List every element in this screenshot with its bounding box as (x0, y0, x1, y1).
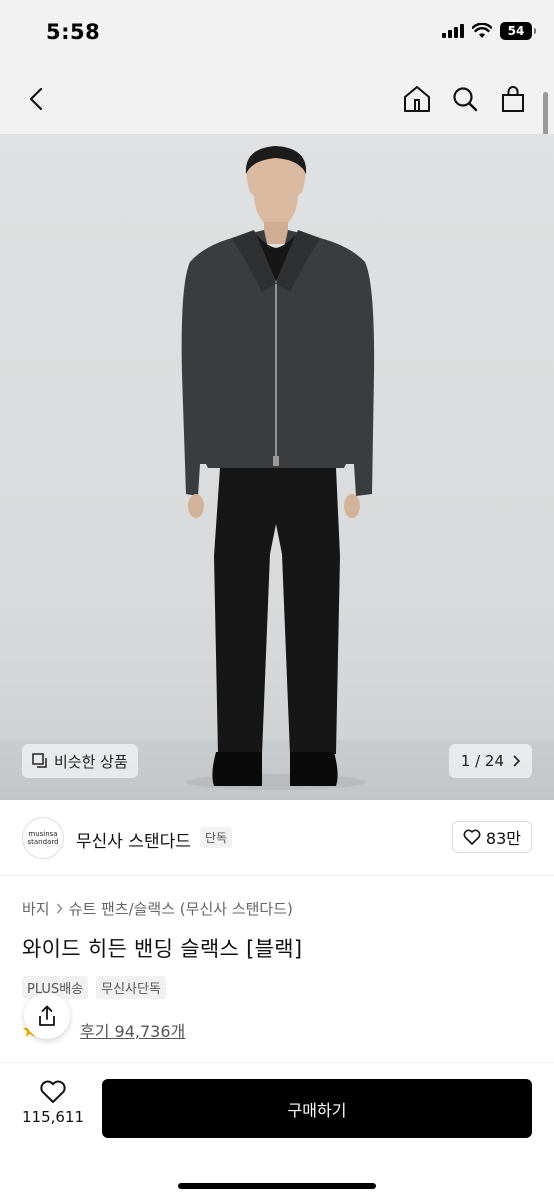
wifi-icon (472, 23, 492, 38)
cellular-signal-icon (442, 24, 464, 38)
bottom-divider (0, 1062, 554, 1063)
shopping-bag-icon (502, 86, 524, 112)
status-time: 5:58 (46, 20, 101, 44)
similar-products-label: 비슷한 상품 (54, 752, 128, 771)
breadcrumb: 바지 슈트 팬츠/슬랙스 (무신사 스탠다드) (22, 898, 293, 919)
heart-icon (40, 1080, 66, 1103)
product-image-gallery[interactable]: 비슷한 상품 1 / 24 (0, 134, 554, 800)
wishlist-button[interactable]: 115,611 (20, 1080, 86, 1126)
brand-logo-line2: standard (27, 838, 59, 846)
status-indicators: 54 (442, 22, 536, 40)
breadcrumb-category[interactable]: 바지 (22, 898, 50, 919)
musinsa-exclusive-tag: 무신사단독 (96, 976, 166, 999)
brand-name[interactable]: 무신사 스탠다드 (76, 827, 191, 852)
home-icon (404, 86, 430, 112)
status-bar: 5:58 54 (0, 0, 554, 64)
cart-button[interactable] (494, 80, 532, 118)
brand-logo[interactable]: musinsa standard (22, 817, 64, 859)
chevron-left-icon (29, 87, 43, 111)
exclusive-badge: 단독 (200, 827, 233, 848)
search-button[interactable] (446, 80, 484, 118)
buy-button[interactable]: 구매하기 (102, 1079, 532, 1138)
search-icon (453, 87, 478, 112)
image-pager-button[interactable]: 1 / 24 (448, 744, 532, 778)
product-photo-model (181, 146, 375, 790)
top-nav-bar (0, 64, 554, 134)
share-button[interactable] (24, 993, 70, 1039)
chevron-right-icon (513, 755, 520, 767)
brand-like-button[interactable]: 83만 (451, 821, 532, 853)
home-button[interactable] (398, 80, 436, 118)
back-button[interactable] (18, 80, 56, 118)
similar-items-icon (32, 753, 47, 768)
battery-level: 54 (507, 24, 525, 38)
share-icon (39, 1005, 55, 1026)
brand-like-count: 83만 (485, 829, 521, 848)
similar-products-button[interactable]: 비슷한 상품 (22, 744, 138, 778)
image-pager-count: 1 / 24 (460, 752, 504, 770)
wishlist-count: 115,611 (21, 1108, 85, 1126)
heart-icon (463, 829, 481, 845)
chevron-right-icon (56, 903, 63, 914)
product-title: 와이드 히든 밴딩 슬랙스 [블랙] (22, 937, 303, 961)
review-count-link[interactable]: 후기 94,736개 (80, 1018, 185, 1042)
breadcrumb-subcategory[interactable]: 슈트 팬츠/슬랙스 (무신사 스탠다드) (69, 898, 293, 919)
brand-row: musinsa standard 무신사 스탠다드 단독 83만 (0, 800, 554, 876)
home-indicator (178, 1183, 376, 1189)
battery-icon: 54 (500, 22, 536, 40)
brand-logo-line1: musinsa (28, 830, 58, 838)
